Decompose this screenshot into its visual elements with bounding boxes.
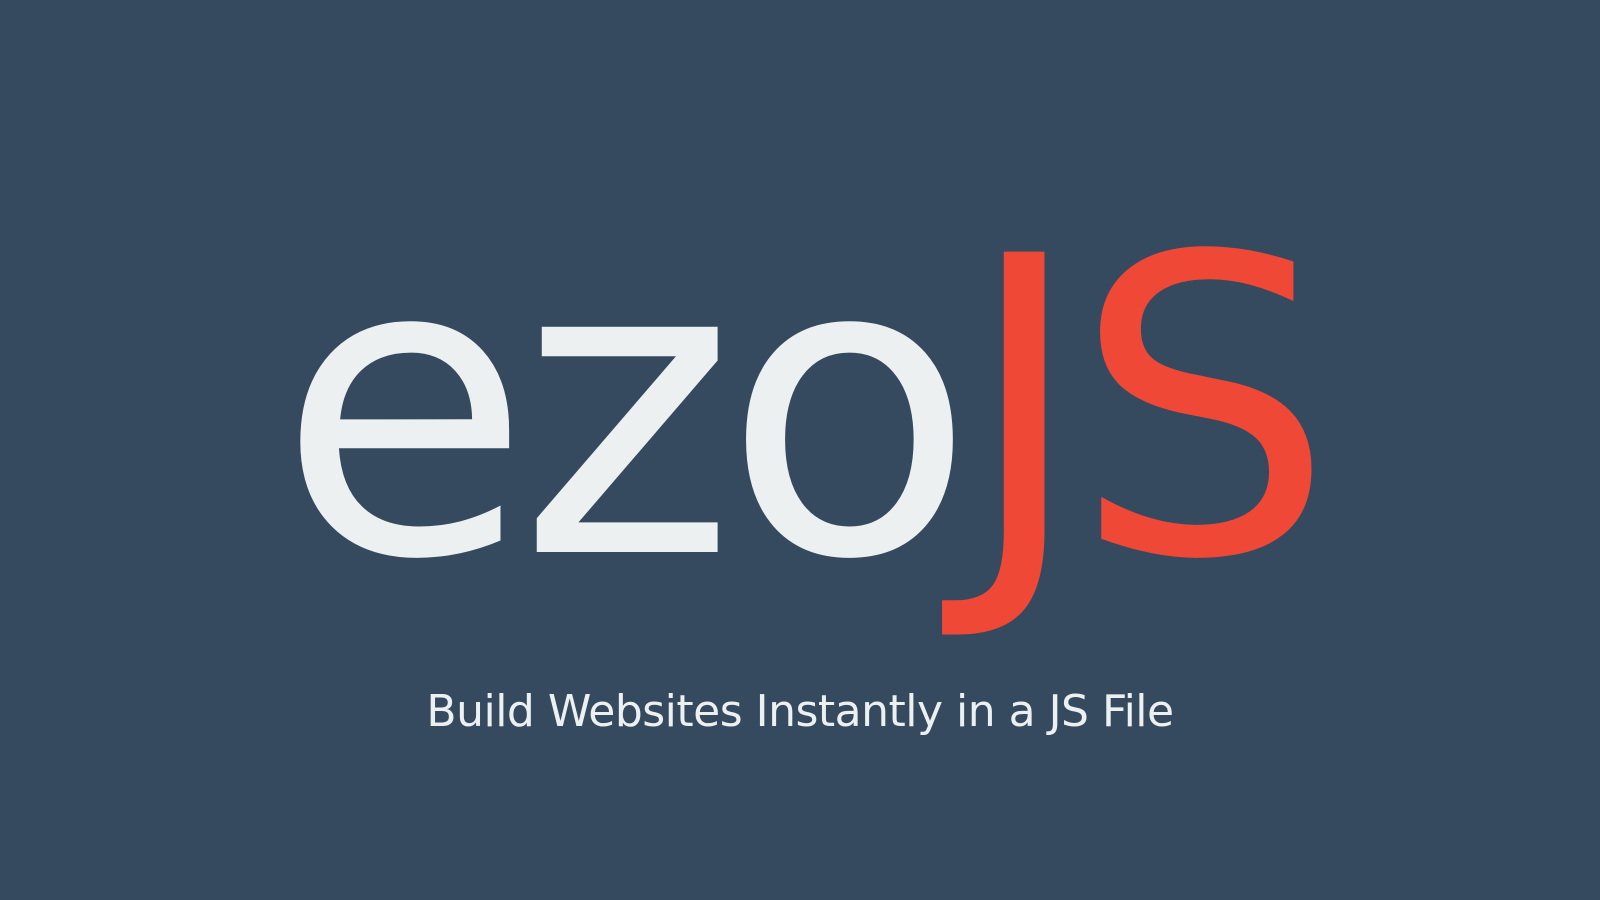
tagline: Build Websites Instantly in a JS File (426, 686, 1174, 737)
title-banner: ezoJS Build Websites Instantly in a JS F… (0, 0, 1600, 900)
logo-primary-text: ezo (277, 171, 976, 650)
logo-wordmark: ezoJS (0, 205, 1600, 617)
logo-accent-text: JS (963, 171, 1334, 650)
